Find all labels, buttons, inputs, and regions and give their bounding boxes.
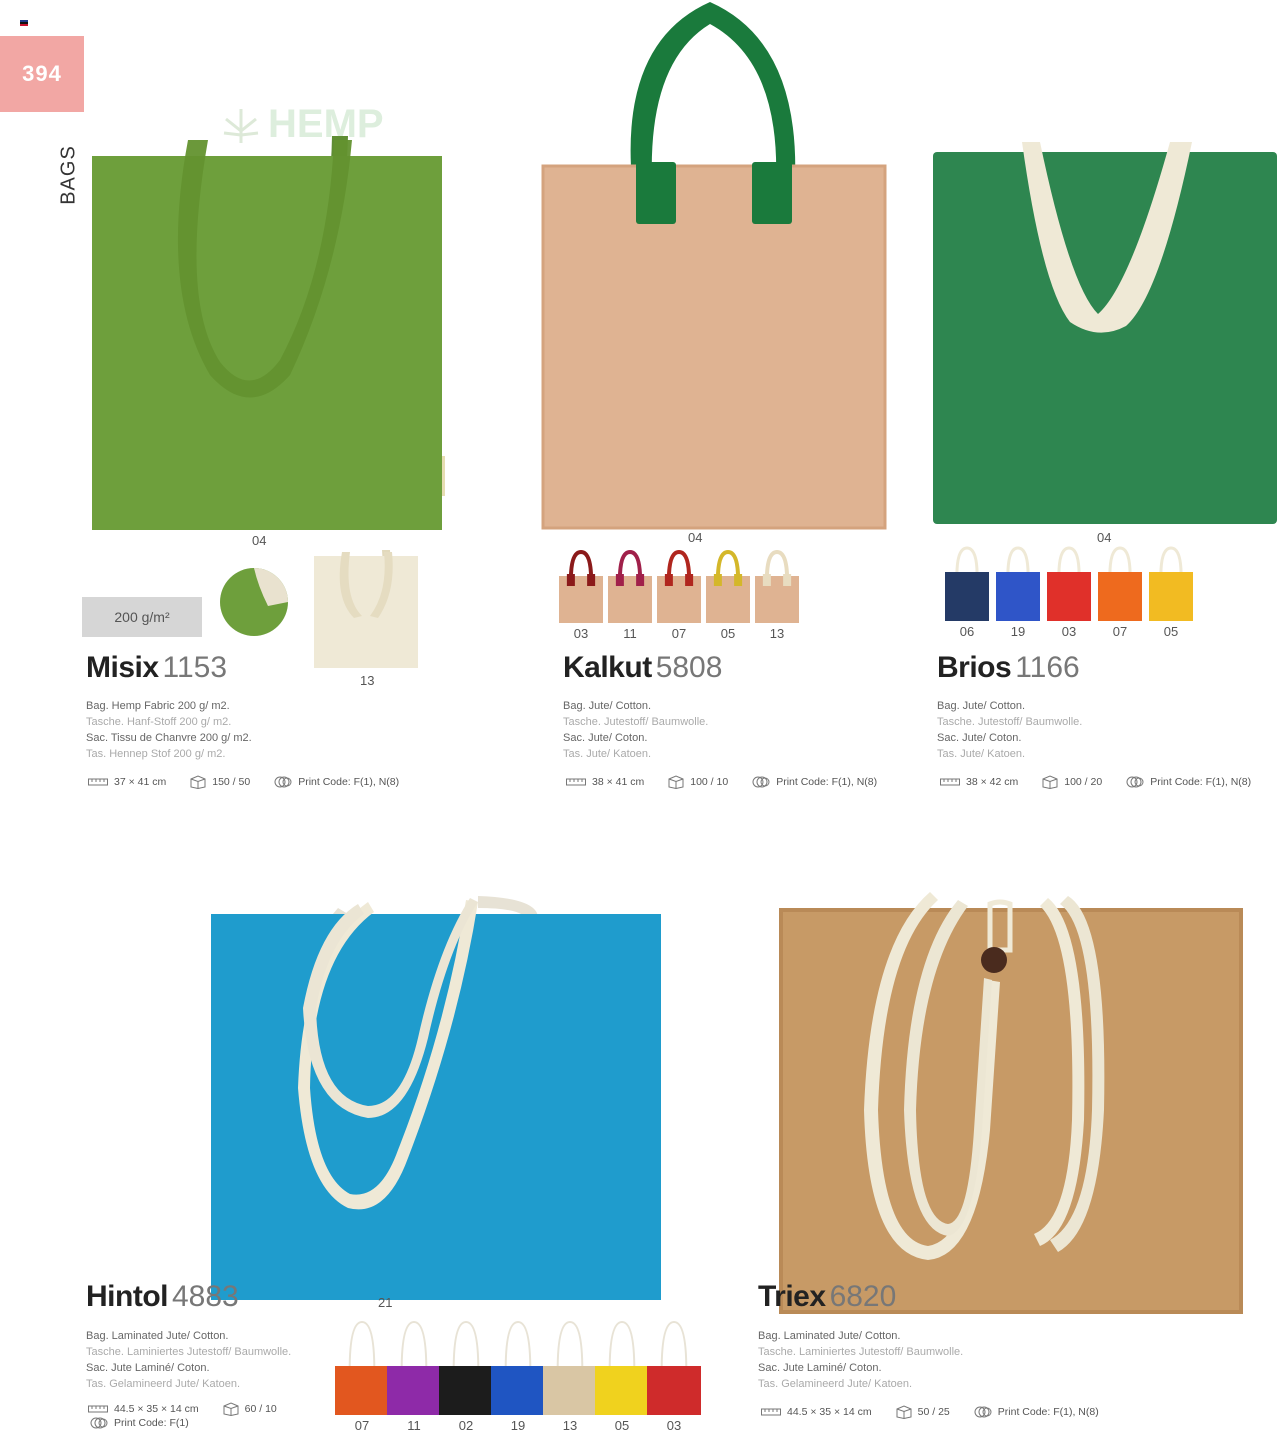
hintol-variant-13: 13 xyxy=(542,1320,598,1436)
ruler-icon xyxy=(761,1408,781,1416)
kalkut-title: Kalkut 5808 xyxy=(563,651,723,684)
brios-main-code: 04 xyxy=(1097,530,1112,545)
brios-variant-03: 03 xyxy=(1046,546,1092,642)
triex-description: Bag. Laminated Jute/ Cotton. Tasche. Lami… xyxy=(758,1330,964,1390)
page-number: 394 xyxy=(0,36,84,112)
brios-variant-code: 03 xyxy=(1061,624,1077,639)
box-icon xyxy=(668,775,684,789)
misix-print-code: Print Code: F(1), N(8) xyxy=(298,776,400,788)
triex-print-code: Print Code: F(1), N(8) xyxy=(997,1406,1099,1418)
hintol-print-code: Print Code: F(1) xyxy=(114,1417,189,1429)
kalkut-variant-03: 03 xyxy=(558,548,604,644)
hintol-pack: 60 / 10 xyxy=(244,1403,277,1415)
brios-pack: 100 / 20 xyxy=(1064,776,1103,788)
kalkut-variant-code: 05 xyxy=(720,626,736,641)
kalkut-variant-code: 11 xyxy=(623,626,637,641)
hintol-variant-code: 02 xyxy=(458,1418,474,1433)
brios-variant-code: 07 xyxy=(1112,624,1128,639)
box-icon xyxy=(1042,775,1058,789)
brios-variant-07: 07 xyxy=(1097,546,1143,642)
triex-title: Triex 6820 xyxy=(758,1280,897,1313)
hintol-variant-code: 19 xyxy=(510,1418,526,1433)
kalkut-variant-07: 07 xyxy=(656,548,702,644)
misix-main-code: 04 xyxy=(252,533,267,548)
ruler-icon xyxy=(88,778,108,786)
weight-badge: 200 g/m² xyxy=(82,597,202,637)
brios-bag-image xyxy=(933,142,1277,524)
kalkut-variant-11: 11 xyxy=(607,548,653,644)
language-flag-icon xyxy=(20,20,28,26)
misix-fabric-swatch xyxy=(220,568,288,636)
brios-description: Bag. Jute/ Cotton. Tasche. Jutestoff/ Bau… xyxy=(937,700,1083,760)
hintol-variant-code: 07 xyxy=(354,1418,370,1433)
triex-size: 44.5 × 35 × 14 cm xyxy=(787,1406,872,1418)
kalkut-variant-code: 07 xyxy=(671,626,687,641)
brios-variant-06: 06 xyxy=(944,546,990,642)
triex-specs: 44.5 × 35 × 14 cm 50 / 25 Print Code: F(… xyxy=(761,1405,1123,1419)
triex-pack: 50 / 25 xyxy=(917,1406,950,1418)
brios-title: Brios 1166 xyxy=(937,651,1080,684)
misix-pack: 150 / 50 xyxy=(212,776,251,788)
hintol-variant-05: 05 xyxy=(594,1320,650,1436)
hintol-main-code: 21 xyxy=(378,1295,393,1310)
brios-specs: 38 × 42 cm 100 / 20 Print Code: F(1), N(… xyxy=(940,775,1275,789)
kalkut-main-code: 04 xyxy=(688,530,703,545)
box-icon xyxy=(896,1405,912,1419)
hintol-variant-code: 11 xyxy=(407,1418,421,1433)
hintol-variant-02: 02 xyxy=(438,1320,494,1436)
hintol-variant-11: 11 xyxy=(386,1320,442,1436)
ruler-icon xyxy=(88,1405,108,1413)
hintol-variant-code: 03 xyxy=(666,1418,682,1433)
print-icon xyxy=(1126,776,1144,788)
box-icon xyxy=(223,1402,239,1416)
kalkut-specs: 38 × 41 cm 100 / 10 Print Code: F(1), N(… xyxy=(566,775,901,789)
hintol-specs-print: Print Code: F(1) xyxy=(90,1416,213,1430)
brios-variant-code: 05 xyxy=(1163,624,1179,639)
print-icon xyxy=(274,776,292,788)
hintol-variant-07: 07 xyxy=(334,1320,390,1436)
misix-bag-image xyxy=(92,136,445,530)
triex-bag-image xyxy=(779,892,1243,1314)
brios-variants: 06 19 03 07 05 xyxy=(944,546,1206,639)
hintol-variant-code: 05 xyxy=(614,1418,630,1433)
kalkut-print-code: Print Code: F(1), N(8) xyxy=(776,776,878,788)
hintol-variant-03: 03 xyxy=(646,1320,702,1436)
print-icon xyxy=(752,776,770,788)
misix-description: Bag. Hemp Fabric 200 g/ m2. Tasche. Hanf-… xyxy=(86,700,252,760)
brios-size: 38 × 42 cm xyxy=(966,776,1019,788)
kalkut-pack: 100 / 10 xyxy=(690,776,729,788)
kalkut-variant-code: 13 xyxy=(769,626,785,641)
section-label: BAGS xyxy=(57,145,80,205)
misix-alt-code: 13 xyxy=(360,673,375,688)
ruler-icon xyxy=(940,778,960,786)
brios-variant-code: 06 xyxy=(959,624,975,639)
ruler-icon xyxy=(566,778,586,786)
kalkut-variant-code: 03 xyxy=(573,626,589,641)
brios-variant-19: 19 xyxy=(995,546,1041,642)
hintol-bag-image xyxy=(211,896,661,1300)
misix-variant-13-image xyxy=(314,550,418,668)
hintol-variant-code: 13 xyxy=(562,1418,578,1433)
box-icon xyxy=(190,775,206,789)
misix-size: 37 × 41 cm xyxy=(114,776,167,788)
hintol-description: Bag. Laminated Jute/ Cotton. Tasche. Lami… xyxy=(86,1330,292,1390)
hintol-specs: 44.5 × 35 × 14 cm 60 / 10 xyxy=(88,1402,301,1416)
hintol-size: 44.5 × 35 × 14 cm xyxy=(114,1403,199,1415)
kalkut-bag-image xyxy=(541,2,887,530)
brios-variant-code: 19 xyxy=(1010,624,1026,639)
print-icon xyxy=(90,1417,108,1429)
brios-print-code: Print Code: F(1), N(8) xyxy=(1150,776,1252,788)
kalkut-description: Bag. Jute/ Cotton. Tasche. Jutestoff/ Bau… xyxy=(563,700,709,760)
misix-title: Misix 1153 xyxy=(86,651,228,684)
hintol-title: Hintol 4883 xyxy=(86,1280,239,1313)
print-icon xyxy=(974,1406,992,1418)
brios-variant-05: 05 xyxy=(1148,546,1194,642)
misix-specs: 37 × 41 cm 150 / 50 Print Code: F(1), N(… xyxy=(88,775,423,789)
kalkut-variants: 03 11 07 05 13 xyxy=(558,548,808,646)
kalkut-variant-13: 13 xyxy=(754,548,800,644)
kalkut-size: 38 × 41 cm xyxy=(592,776,645,788)
kalkut-variant-05: 05 xyxy=(705,548,751,644)
hintol-variants: 07 11 02 19 13 05 03 xyxy=(334,1320,706,1436)
hintol-variant-19: 19 xyxy=(490,1320,546,1436)
